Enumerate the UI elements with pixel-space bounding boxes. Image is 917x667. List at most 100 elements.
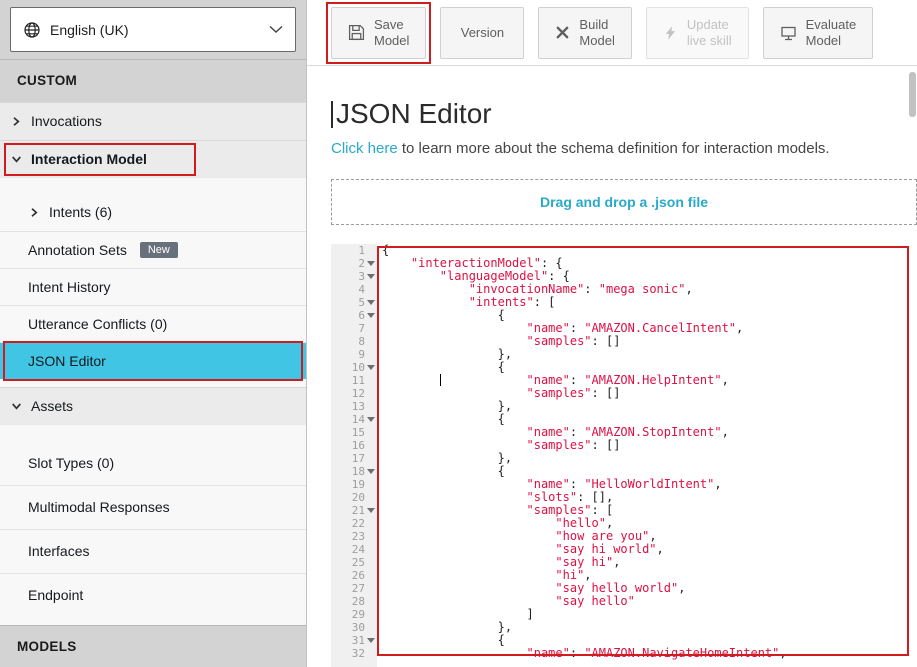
gutter-row: 14 [331,413,377,426]
gutter-row: 17 [331,452,377,465]
gutter-row: 25 [331,556,377,569]
sidebar-item-label: Slot Types (0) [28,455,114,471]
gutter-row: 22 [331,517,377,530]
gutter-spacer [365,647,377,660]
sidebar-item-label: Invocations [31,113,102,129]
line-number: 15 [352,426,365,439]
new-badge: New [140,242,178,258]
line-number: 7 [358,322,365,335]
sidebar-item-assets[interactable]: Assets [0,387,306,425]
gutter-row: 9 [331,348,377,361]
sidebar-nav: InvocationsInteraction ModelIntents (6)A… [0,102,306,625]
gutter-row: 18 [331,465,377,478]
fold-toggle-icon[interactable] [365,634,377,647]
gutter-spacer [365,335,377,348]
line-number: 19 [352,478,365,491]
gutter-row: 23 [331,530,377,543]
fold-toggle-icon[interactable] [365,361,377,374]
gutter-row: 30 [331,621,377,634]
line-number: 2 [358,257,365,270]
chevron-down-icon [10,154,22,164]
sidebar-item-intent-history[interactable]: Intent History [0,268,306,305]
sidebar-item-multimodal-responses[interactable]: Multimodal Responses [0,485,306,529]
button-label: SaveModel [374,17,409,49]
line-number: 20 [352,491,365,504]
fold-toggle-icon[interactable] [365,296,377,309]
code-line[interactable]: "name": "AMAZON.NavigateHomeIntent", [382,647,917,660]
editor-caret [440,374,441,386]
page-title: JSON Editor [331,98,917,130]
sidebar-item-intents[interactable]: Intents (6) [0,194,306,231]
button-label: EvaluateModel [806,17,857,49]
gutter-spacer [365,530,377,543]
language-strip: English (UK) [0,0,306,59]
sidebar-item-label: Assets [31,398,73,414]
sidebar: English (UK) CUSTOM Invocations Interacti… [0,0,307,667]
fold-toggle-icon[interactable] [365,270,377,283]
sidebar-item-annotation-sets[interactable]: Annotation SetsNew [0,231,306,268]
gutter-spacer [365,348,377,361]
line-number: 23 [352,530,365,543]
update-live-skill-button[interactable]: Updatelive skill [646,7,749,59]
evaluate-icon [780,25,797,41]
language-selector[interactable]: English (UK) [10,7,296,52]
sidebar-item-label: Utterance Conflicts (0) [28,316,167,332]
line-number: 17 [352,452,365,465]
evaluate-model-button[interactable]: EvaluateModel [763,7,874,59]
sidebar-item-invocations[interactable]: Invocations [0,102,306,140]
gutter-row: 4 [331,283,377,296]
schema-help-text: Click here to learn more about the schem… [331,139,917,158]
chevron-down-icon [269,25,283,34]
sidebar-item-label: Interfaces [28,543,89,559]
click-here-link[interactable]: Click here [331,140,398,157]
json-dropzone[interactable]: Drag and drop a .json file [331,179,917,225]
gutter-row: 11 [331,374,377,387]
button-label: BuildModel [579,17,614,49]
save-model-button-wrap: SaveModel [331,7,426,59]
line-number: 1 [358,244,365,257]
custom-section-header: CUSTOM [0,59,306,102]
fold-toggle-icon[interactable] [365,257,377,270]
gutter-spacer [365,608,377,621]
sidebar-item-label: JSON Editor [28,353,106,369]
json-code-editor[interactable]: 1234567891011121314151617181920212223242… [331,244,917,667]
fold-toggle-icon[interactable] [365,309,377,322]
gutter-row: 24 [331,543,377,556]
line-number: 10 [352,361,365,374]
chevron-right-icon [28,207,40,218]
fold-toggle-icon[interactable] [365,504,377,517]
editor-gutter: 1234567891011121314151617181920212223242… [331,244,377,667]
save-model-button[interactable]: SaveModel [331,7,426,59]
fold-toggle-icon[interactable] [365,465,377,478]
line-number: 5 [358,296,365,309]
sidebar-item-endpoint[interactable]: Endpoint [0,573,306,617]
sidebar-item-slot-types[interactable]: Slot Types (0) [0,441,306,485]
line-number: 12 [352,387,365,400]
line-number: 9 [358,348,365,361]
gutter-row: 20 [331,491,377,504]
gutter-spacer [365,582,377,595]
sidebar-item-label: Endpoint [28,587,83,603]
build-model-button[interactable]: BuildModel [538,7,631,59]
line-number: 21 [352,504,365,517]
fold-toggle-icon[interactable] [365,413,377,426]
editor-code-area[interactable]: { "interactionModel": { "languageModel":… [377,244,917,667]
sidebar-item-json-editor[interactable]: JSON Editor [0,342,306,379]
line-number: 6 [358,309,365,322]
page-scrollbar-thumb[interactable] [909,72,916,117]
gutter-spacer [365,283,377,296]
line-number: 4 [358,283,365,296]
gutter-row: 8 [331,335,377,348]
page-title-text: JSON Editor [336,98,492,130]
sidebar-item-interaction-model[interactable]: Interaction Model [0,140,306,178]
schema-help-rest: to learn more about the schema definitio… [398,140,830,157]
gutter-spacer [365,400,377,413]
gutter-row: 27 [331,582,377,595]
version-button[interactable]: Version [440,7,524,59]
save-icon [348,24,365,41]
chevron-down-icon [10,401,22,411]
sidebar-item-utterance-conflicts[interactable]: Utterance Conflicts (0) [0,305,306,342]
gutter-spacer [365,595,377,608]
sidebar-item-interfaces[interactable]: Interfaces [0,529,306,573]
line-number: 24 [352,543,365,556]
